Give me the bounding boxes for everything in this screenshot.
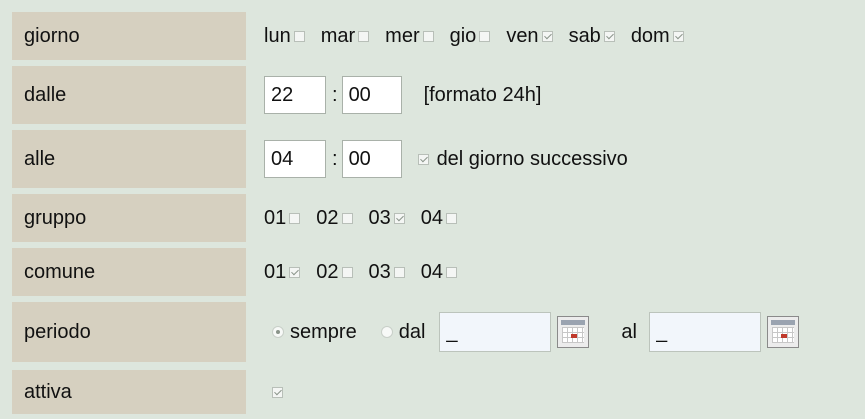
day-label-mar: mar (320, 24, 356, 47)
gruppo-checkbox-02[interactable] (341, 212, 353, 224)
comune-label-04: 04 (420, 260, 443, 283)
row-comune: comune 01 02 03 04 (12, 248, 852, 296)
label-giorno: giorno (12, 12, 246, 60)
checkbox-lun[interactable] (293, 30, 305, 42)
day-label-gio: gio (449, 24, 477, 47)
day-label-dom: dom (630, 24, 670, 47)
label-dalle: dalle (12, 66, 246, 124)
comune-label-01: 01 (264, 260, 287, 283)
alle-hour-input[interactable] (264, 140, 326, 178)
radio-sempre[interactable] (272, 326, 284, 338)
dalle-separator: : (332, 83, 338, 106)
calendar-icon[interactable] (557, 316, 590, 348)
checkbox-sab[interactable] (603, 30, 615, 42)
gruppo-option-02[interactable]: 02 (316, 206, 353, 230)
radio-dal-label: dal (398, 320, 426, 343)
comune-label-02: 02 (316, 260, 339, 283)
day-label-lun: lun (264, 24, 291, 47)
gruppo-option-01[interactable]: 01 (264, 206, 301, 230)
al-label: al (621, 320, 637, 343)
row-gruppo: gruppo 01 02 03 04 (12, 194, 852, 242)
comune-checkbox-02[interactable] (341, 266, 353, 278)
checkbox-mar[interactable] (358, 30, 370, 42)
alle-minute-input[interactable] (341, 140, 402, 178)
day-option-mar[interactable]: mar (320, 24, 370, 48)
day-option-ven[interactable]: ven (506, 24, 553, 48)
comune-option-02[interactable]: 02 (316, 260, 353, 284)
comune-option-03[interactable]: 03 (369, 261, 405, 284)
comune-label-03: 03 (368, 260, 391, 283)
comune-option-01[interactable]: 01 (264, 260, 301, 284)
calendar-icon[interactable] (766, 316, 799, 348)
row-attiva: attiva (12, 370, 852, 414)
comune-checkbox-01[interactable] (289, 266, 301, 278)
gruppo-option-03[interactable]: 03 (369, 207, 405, 230)
row-alle: alle : del giorno successivo (12, 130, 852, 188)
next-day-label: del giorno successivo (436, 147, 628, 170)
label-alle: alle (12, 130, 246, 188)
day-label-sab: sab (568, 24, 601, 47)
gruppo-label-04: 04 (420, 206, 443, 229)
radio-sempre-label: sempre (290, 320, 357, 343)
gruppo-label-03: 03 (368, 206, 391, 229)
next-day-checkbox[interactable] (417, 153, 429, 165)
gruppo-label-02: 02 (316, 206, 339, 229)
checkbox-ven[interactable] (541, 30, 553, 42)
attiva-checkbox[interactable] (272, 386, 283, 398)
al-date-input[interactable] (648, 312, 761, 352)
format-note: [formato 24h] (423, 83, 542, 106)
checkbox-gio[interactable] (479, 30, 491, 42)
checkbox-dom[interactable] (672, 30, 684, 42)
comune-option-04[interactable]: 04 (421, 261, 457, 284)
day-label-mer: mer (385, 24, 420, 47)
comune-checkbox-03[interactable] (393, 266, 405, 278)
gruppo-label-01: 01 (264, 206, 287, 229)
gruppo-checkbox-03[interactable] (393, 212, 405, 224)
gruppo-checkbox-01[interactable] (289, 212, 301, 224)
checkbox-mer[interactable] (422, 30, 434, 42)
label-attiva: attiva (12, 370, 246, 414)
label-periodo: periodo (12, 302, 246, 362)
day-option-mer[interactable]: mer (385, 24, 434, 48)
gruppo-option-04[interactable]: 04 (421, 207, 457, 230)
label-gruppo: gruppo (12, 194, 246, 242)
dal-date-input[interactable] (439, 312, 552, 352)
alle-separator: : (332, 147, 338, 170)
row-giorno: giorno lun mar mer gio ven sab dom (12, 12, 852, 60)
day-option-gio[interactable]: gio (450, 25, 491, 48)
day-label-ven: ven (506, 24, 539, 47)
radio-dal[interactable] (380, 326, 393, 338)
row-dalle: dalle : [formato 24h] (12, 66, 852, 124)
gruppo-checkbox-04[interactable] (446, 212, 457, 224)
label-comune: comune (12, 248, 246, 296)
dalle-minute-input[interactable] (341, 76, 402, 114)
row-periodo: periodo sempre dal al (12, 302, 852, 362)
day-option-lun[interactable]: lun (264, 25, 305, 48)
day-option-dom[interactable]: dom (631, 25, 684, 48)
comune-checkbox-04[interactable] (446, 266, 457, 278)
dalle-hour-input[interactable] (264, 76, 326, 114)
day-option-sab[interactable]: sab (569, 25, 615, 48)
